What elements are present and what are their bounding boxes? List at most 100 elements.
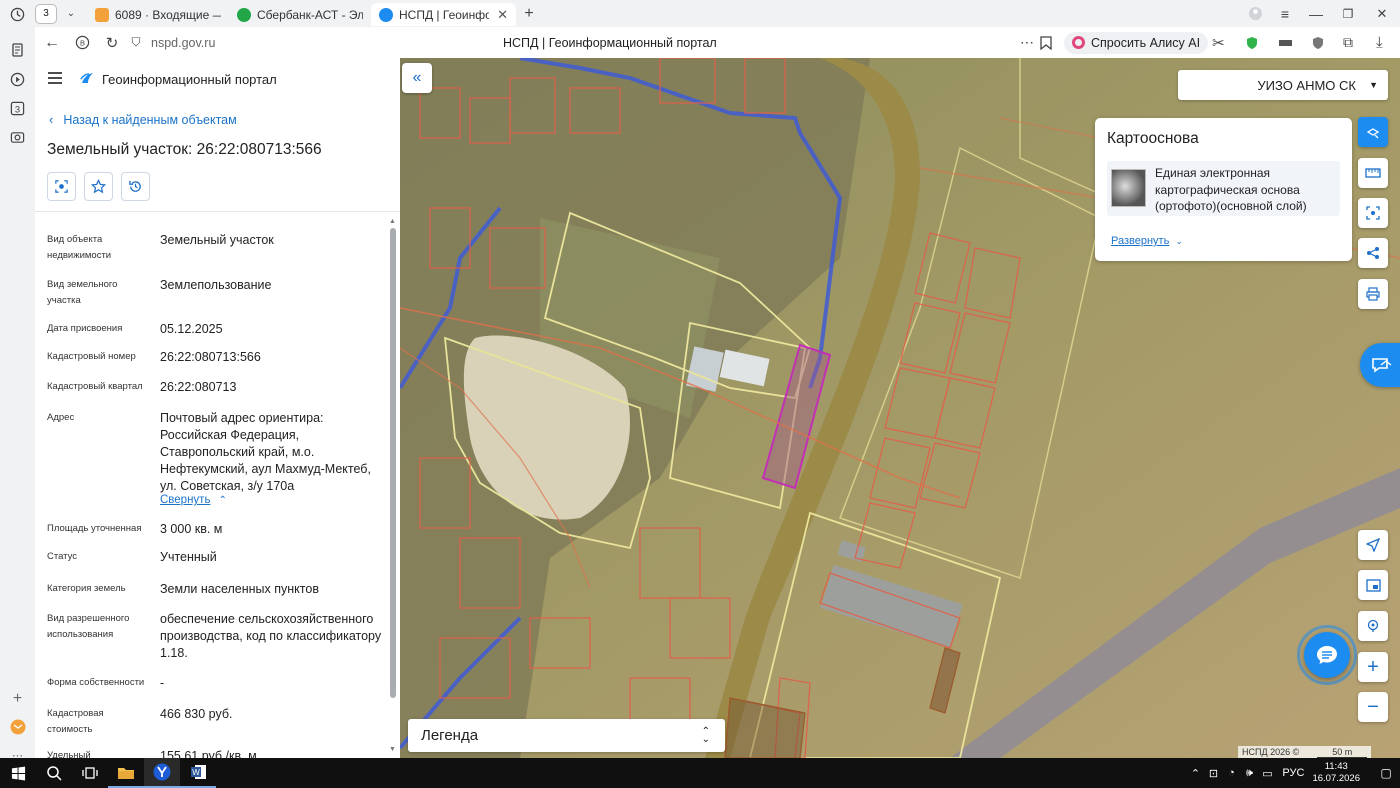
chat-button[interactable]	[1297, 625, 1357, 685]
layers-tool-button[interactable]	[1358, 117, 1388, 147]
favorite-star-button[interactable]	[84, 172, 113, 201]
add-icon[interactable]: +	[8, 689, 28, 709]
word-icon[interactable]: W	[180, 758, 216, 788]
property-label: Категория земель	[47, 583, 126, 594]
basemap-card: Картооснова Единая электронная картограф…	[1095, 118, 1352, 261]
minimap-button[interactable]	[1358, 570, 1388, 600]
shield-icon: ⛉	[131, 35, 141, 49]
svg-text:3: 3	[15, 104, 20, 114]
zoom-out-button[interactable]: −	[1358, 692, 1388, 722]
extensions-icon[interactable]: ⧉	[1343, 34, 1353, 51]
menu-icon[interactable]: ≡	[1270, 3, 1300, 25]
nspd-icon	[379, 7, 393, 22]
bookmark-icon[interactable]	[1040, 35, 1052, 50]
extension-icon-4[interactable]	[1311, 36, 1325, 50]
tray-chevron-icon[interactable]: ⌃	[1186, 767, 1204, 780]
tab-mail[interactable]: 6089 · Входящие — Яндекс	[87, 3, 229, 26]
tab-counter[interactable]: 3	[35, 3, 57, 24]
scroll-up-arrow[interactable]: ▲	[389, 218, 396, 225]
search-by-point-button[interactable]	[1358, 611, 1388, 641]
language-indicator[interactable]: РУС	[1282, 767, 1304, 779]
play-icon[interactable]	[8, 69, 28, 89]
tab-sberbank[interactable]: Сбербанк-АСТ - Электро	[229, 3, 371, 26]
collapse-panel-button[interactable]: «	[402, 63, 432, 93]
property-label: Вид объекта недвижимости	[47, 234, 112, 261]
property-value: Землепользование	[160, 278, 272, 292]
hamburger-menu-icon[interactable]	[47, 71, 63, 85]
profile-icon[interactable]	[1240, 3, 1270, 25]
download-icon[interactable]: ⤓	[1376, 34, 1383, 51]
wifi-icon[interactable]: ◔	[1222, 767, 1240, 779]
clock[interactable]: 11:43 16.07.2026	[1312, 761, 1360, 785]
restore-icon[interactable]: ❐	[1332, 3, 1364, 25]
reload-icon[interactable]: ↻	[97, 34, 127, 52]
select-area-button[interactable]	[1358, 198, 1388, 228]
map-attribution: НСПД 2026 © 50 m	[1238, 746, 1372, 758]
panel-scrollbar[interactable]: ▲ ▼	[389, 218, 397, 758]
yandex-browser-icon[interactable]	[144, 758, 180, 788]
object-title: Земельный участок: 26:22:080713:566	[47, 141, 322, 158]
task-view-icon[interactable]	[72, 758, 108, 788]
tab-nspd[interactable]: НСПД | Геоинформацио ✕	[371, 3, 516, 26]
legend-panel[interactable]: Легенда ⌃ ⌄	[408, 719, 725, 752]
collections-icon[interactable]	[8, 40, 28, 60]
network-icon[interactable]: ▭	[1258, 767, 1276, 780]
zoom-in-button[interactable]: +	[1358, 652, 1388, 682]
property-label: Форма собственности	[47, 677, 145, 688]
print-button[interactable]	[1358, 279, 1388, 309]
minimize-icon[interactable]: —	[1300, 3, 1332, 25]
basemap-layer-item[interactable]: Единая электронная картографическая осно…	[1107, 161, 1340, 216]
volume-icon[interactable]: 🕪	[1240, 767, 1258, 780]
dropdown-arrow-icon: ▼	[1369, 80, 1378, 90]
more-icon[interactable]: ⋯	[1020, 34, 1034, 51]
mail-app-icon[interactable]	[8, 717, 28, 737]
scroll-thumb[interactable]	[390, 228, 396, 698]
sberbank-icon	[237, 7, 251, 22]
new-tab-icon[interactable]: +	[516, 3, 542, 25]
svg-text:B: B	[79, 38, 84, 47]
map-view[interactable]: « УИЗО АНМО СК ▼ Картооснова Единая элек…	[400, 58, 1400, 758]
locate-on-map-button[interactable]	[47, 172, 76, 201]
tabs-count-icon[interactable]: 3	[8, 98, 28, 118]
property-value: 155,61 руб./кв. м	[160, 749, 257, 758]
property-value: обеспечение сельскохозяйственного произв…	[160, 612, 382, 660]
property-value: 3 000 кв. м	[160, 522, 223, 536]
scale-bar: 50 m	[1317, 747, 1368, 758]
windows-start-icon[interactable]	[0, 758, 36, 788]
screenshot-icon[interactable]	[8, 127, 28, 147]
ruler-tool-button[interactable]	[1358, 158, 1388, 188]
extension-icon-1[interactable]: ✂	[1212, 34, 1225, 52]
search-icon[interactable]	[36, 758, 72, 788]
expand-link[interactable]: Развернуть ⌄	[1111, 235, 1183, 247]
geolocation-button[interactable]	[1358, 530, 1388, 560]
tray-app-icon[interactable]: ⊡	[1204, 767, 1222, 780]
extension-icon-3[interactable]	[1278, 38, 1293, 48]
property-label: Вид земельного участка	[47, 279, 118, 306]
chevron-down-icon[interactable]: ⌄	[61, 4, 81, 24]
file-explorer-icon[interactable]	[108, 758, 144, 788]
collapse-link[interactable]: Свернуть ⌃	[160, 494, 227, 506]
property-value: Почтовый адрес ориентира: Российская Фед…	[160, 411, 371, 493]
alice-button[interactable]: Спросить Алису AI	[1064, 31, 1209, 54]
back-icon[interactable]: ←	[37, 34, 67, 52]
alice-icon	[1072, 36, 1085, 49]
clock-icon[interactable]	[8, 4, 28, 24]
extension-icon-2[interactable]	[1245, 36, 1259, 50]
close-window-icon[interactable]: ✕	[1364, 3, 1400, 25]
chevron-down-icon: ⌄	[1175, 235, 1183, 246]
org-selector[interactable]: УИЗО АНМО СК ▼	[1178, 70, 1388, 100]
windows-taskbar: W ⌃ ⊡ ◔ 🕪 ▭ РУС 11:43 16.07.2026 ▢	[0, 758, 1400, 788]
address-bar: ← B ↻ ⛉ nspd.gov.ru НСПД | Геоинформацио…	[0, 27, 1400, 58]
tab-bar: 3 ⌄ 6089 · Входящие — Яндекс Сбербанк-АС…	[0, 0, 1400, 27]
close-tab-icon[interactable]: ✕	[489, 7, 508, 23]
history-button[interactable]	[121, 172, 150, 201]
translate-icon[interactable]: B	[67, 35, 97, 50]
url-text[interactable]: nspd.gov.ru	[151, 36, 271, 50]
share-button[interactable]	[1358, 238, 1388, 268]
back-link[interactable]: ‹ Назад к найденным объектам	[49, 112, 237, 127]
scroll-down-arrow[interactable]: ▼	[389, 746, 396, 753]
property-value: Земли населенных пунктов	[160, 582, 319, 596]
notifications-icon[interactable]: ▢	[1372, 766, 1400, 780]
property-label: Площадь уточненная	[47, 523, 142, 534]
support-chat-badge[interactable]	[1360, 343, 1400, 387]
